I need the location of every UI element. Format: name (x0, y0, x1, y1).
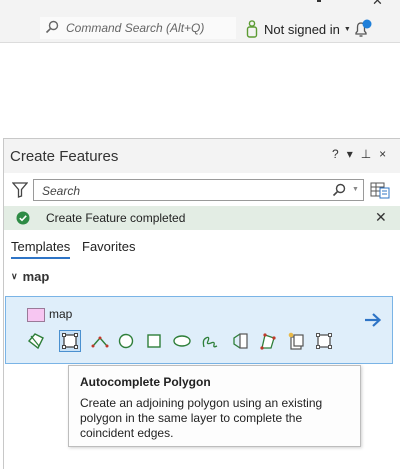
template-search-input[interactable]: Search ▼ (33, 179, 364, 201)
search-icon (45, 20, 59, 34)
command-search-placeholder: Command Search (Alt+Q) (66, 21, 205, 35)
pane-menu-icon[interactable]: ▾ (347, 147, 353, 161)
app-title-bar: ✕ Command Search (Alt+Q) Not signed in ▼ (0, 0, 400, 43)
circle-tool-icon (118, 333, 134, 349)
active-template-arrow-icon[interactable] (364, 312, 382, 328)
group-name: map (22, 269, 50, 284)
tooltip-title: Autocomplete Polygon (80, 375, 211, 389)
autocomplete-polygon-tool-icon (62, 333, 78, 349)
square-polygon-tool[interactable] (313, 330, 335, 352)
user-unsigned-icon (246, 20, 258, 38)
feature-template-card[interactable]: map (5, 296, 393, 364)
square-polygon-tool-icon (316, 333, 332, 349)
tab-templates[interactable]: Templates (11, 239, 71, 259)
window-control-fragment (317, 0, 321, 2)
polygon-tool[interactable] (25, 330, 47, 352)
notification-message: Create Feature completed (46, 211, 186, 225)
window-close-icon[interactable]: ✕ (372, 0, 383, 9)
template-search-placeholder: Search (42, 184, 81, 198)
chevron-down-icon: ∨ (11, 271, 18, 281)
autocomplete-polygon-tool[interactable] (59, 330, 81, 352)
manage-templates-icon[interactable] (370, 181, 390, 199)
rectangle-tool-icon (147, 334, 161, 348)
ellipse-tool[interactable] (171, 330, 193, 352)
pane-title: Create Features (10, 148, 119, 165)
auto-close-tool[interactable] (285, 330, 307, 352)
search-icon[interactable] (332, 183, 346, 197)
polygon-tool-icon (27, 333, 44, 350)
chevron-down-icon: ▼ (343, 25, 351, 33)
tool-tooltip: Autocomplete Polygon Create an adjoining… (68, 365, 361, 447)
command-search-box[interactable]: Command Search (Alt+Q) (40, 17, 236, 39)
dismiss-notification-icon[interactable]: ✕ (375, 209, 387, 226)
right-angle-polygon-tool-icon (91, 336, 109, 348)
close-pane-icon[interactable]: × (379, 147, 386, 161)
trace-tool[interactable] (257, 330, 279, 352)
auto-close-tool-icon (288, 332, 304, 350)
freehand-tool-icon (202, 336, 218, 348)
rectangle-tool[interactable] (143, 330, 165, 352)
split-polygon-tool-icon (233, 333, 248, 349)
filter-icon[interactable] (12, 182, 28, 198)
right-angle-polygon-tool[interactable] (89, 330, 111, 352)
circle-tool[interactable] (115, 330, 137, 352)
notification-bar: Create Feature completed ✕ (4, 206, 400, 230)
pane-header: Create Features ? ▾ ⊥ × (4, 139, 400, 173)
help-icon[interactable]: ? (332, 147, 339, 161)
template-group-header[interactable]: ∨ map (11, 269, 49, 284)
ellipse-tool-icon (173, 335, 191, 347)
search-options-chevron-icon[interactable]: ▼ (352, 186, 359, 193)
polygon-symbol-swatch (27, 308, 45, 322)
template-name: map (49, 307, 73, 321)
signin-menu[interactable]: Not signed in ▼ (246, 20, 351, 38)
pin-icon[interactable]: ⊥ (361, 147, 371, 161)
pane-controls: ? ▾ ⊥ × (332, 147, 386, 161)
signin-label: Not signed in (264, 21, 340, 37)
tooltip-description: Create an adjoining polygon using an exi… (80, 396, 323, 440)
tab-favorites[interactable]: Favorites (82, 239, 135, 254)
trace-tool-icon (260, 333, 276, 350)
split-polygon-tool[interactable] (229, 330, 251, 352)
freehand-tool[interactable] (199, 330, 221, 352)
notification-bell-icon[interactable] (352, 19, 374, 39)
success-check-icon (16, 211, 30, 225)
